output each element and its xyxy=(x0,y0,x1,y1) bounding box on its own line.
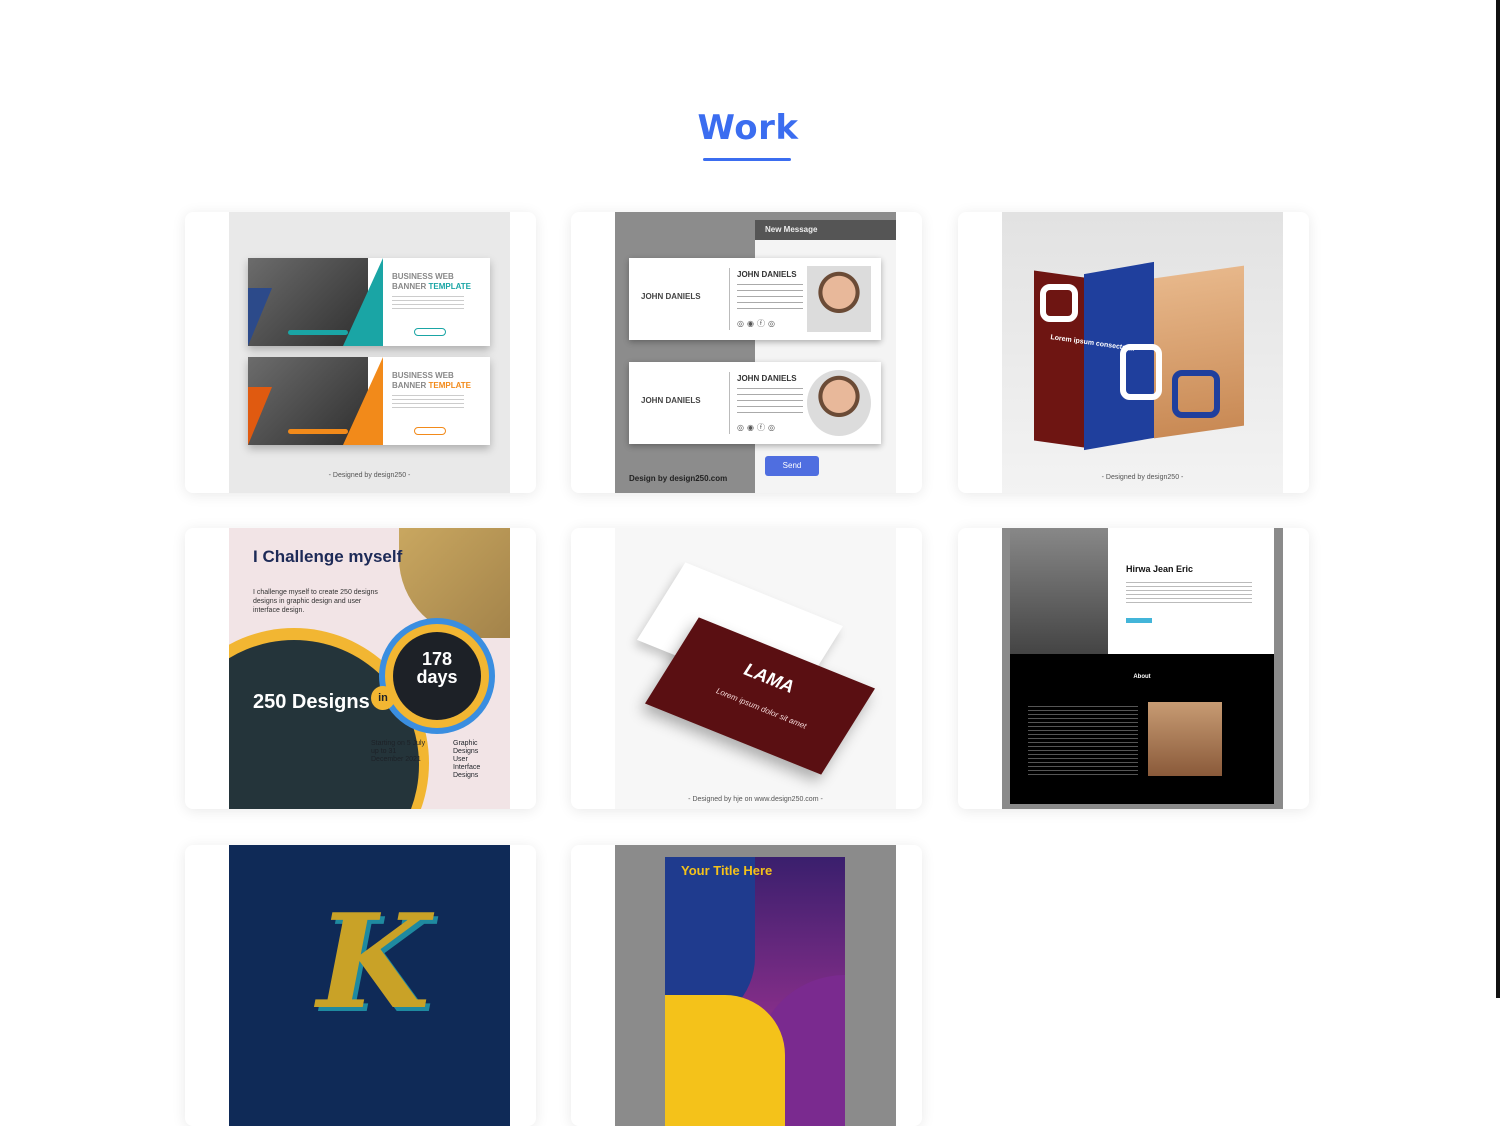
signature-details xyxy=(737,388,803,414)
ring-shape xyxy=(1172,370,1220,418)
banner-title: BUSINESS WEB BANNER TEMPLATE xyxy=(392,272,471,291)
challenge-subtitle: I challenge myself to create 250 designs… xyxy=(253,589,378,614)
portfolio-card-business-card[interactable]: LAMA Lorem ipsum dolor sit amet - Design… xyxy=(571,528,922,809)
flyer-yellow-block xyxy=(665,995,785,1126)
divider xyxy=(729,372,730,434)
banner-text-lines xyxy=(392,296,464,312)
portfolio-thumbnail: Your Title Here xyxy=(615,845,896,1126)
challenge-headline: I Challenge myself xyxy=(253,547,403,566)
banner-pill xyxy=(288,429,348,434)
site-button xyxy=(1126,618,1152,623)
portfolio-card-email-signature[interactable]: New Message JOHN DANIELS JOHN DANIELS ◎◉… xyxy=(571,212,922,493)
signature-card: JOHN DANIELS JOHN DANIELS ◎◉ⓕ◎ xyxy=(629,362,881,444)
signature-name: JOHN DANIELS xyxy=(641,292,701,301)
page-edge xyxy=(1496,0,1500,998)
banner-preview-bottom: BUSINESS WEB BANNER TEMPLATE xyxy=(248,357,490,445)
portfolio-card-challenge[interactable]: I Challenge myself I challenge myself to… xyxy=(185,528,536,809)
banner-pill xyxy=(288,330,348,335)
design-credit: - Designed by hje on www.design250.com - xyxy=(688,796,823,803)
social-icons: ◎◉ⓕ◎ xyxy=(737,423,778,432)
portfolio-thumbnail: BUSINESS WEB BANNER TEMPLATE BUSINESS WEB… xyxy=(229,212,510,493)
signature-details xyxy=(737,284,803,310)
portfolio-card-logo[interactable]: K xyxy=(185,845,536,1126)
portfolio-card-brochure[interactable]: Lorem ipsum consectetur - Designed by de… xyxy=(958,212,1309,493)
design-credit: - Designed by design250 - xyxy=(328,472,411,479)
portfolio-thumbnail: Hirwa Jean Eric About xyxy=(1002,528,1283,809)
design-credit: Design by design250.com xyxy=(629,474,728,483)
about-title: About xyxy=(1133,674,1151,680)
portfolio-thumbnail: LAMA Lorem ipsum dolor sit amet - Design… xyxy=(615,528,896,809)
portfolio-thumbnail: New Message JOHN DANIELS JOHN DANIELS ◎◉… xyxy=(615,212,896,493)
banner-text-lines xyxy=(392,395,464,411)
social-icons: ◎◉ⓕ◎ xyxy=(737,319,778,328)
in-badge: in xyxy=(371,686,395,710)
about-text xyxy=(1028,706,1138,778)
banner-shape xyxy=(248,387,272,445)
banner-shape xyxy=(343,357,383,445)
hero-photo xyxy=(1010,528,1108,654)
banner-shape xyxy=(248,288,272,346)
portfolio-card-portfolio-site[interactable]: Hirwa Jean Eric About xyxy=(958,528,1309,809)
site-name: Hirwa Jean Eric xyxy=(1126,564,1194,574)
divider xyxy=(729,268,730,330)
section-title: Work xyxy=(697,108,799,148)
days-count: 178 days xyxy=(416,649,458,687)
banner-title: BUSINESS WEB BANNER TEMPLATE xyxy=(392,371,471,390)
flyer-title: Your Title Here xyxy=(681,863,773,878)
signature-card: JOHN DANIELS JOHN DANIELS ◎◉ⓕ◎ xyxy=(629,258,881,340)
portfolio-card-flyer[interactable]: Your Title Here xyxy=(571,845,922,1126)
site-bio xyxy=(1126,582,1252,606)
portfolio-thumbnail: I Challenge myself I challenge myself to… xyxy=(229,528,510,809)
portfolio-card-banner[interactable]: BUSINESS WEB BANNER TEMPLATE BUSINESS WEB… xyxy=(185,212,536,493)
signature-name: JOHN DANIELS xyxy=(737,270,797,279)
designs-count: 250 Designs xyxy=(253,691,370,713)
about-photo xyxy=(1148,702,1222,776)
portfolio-thumbnail: K xyxy=(229,845,510,1126)
signature-name: JOHN DANIELS xyxy=(737,374,797,383)
k-logo: K xyxy=(317,885,430,1038)
ring-shape xyxy=(1040,284,1078,322)
signature-name: JOHN DANIELS xyxy=(641,396,701,405)
banner-shape xyxy=(343,258,383,346)
portfolio-thumbnail: Lorem ipsum consectetur - Designed by de… xyxy=(1002,212,1283,493)
avatar xyxy=(807,266,871,332)
send-button: Send xyxy=(765,456,819,476)
design-credit: - Designed by design250 - xyxy=(1101,474,1184,481)
banner-button xyxy=(414,427,446,435)
banner-preview-top: BUSINESS WEB BANNER TEMPLATE xyxy=(248,258,490,346)
categories: Graphic Designs User Interface Designs xyxy=(453,740,481,779)
title-underline xyxy=(703,158,791,161)
banner-button xyxy=(414,328,446,336)
date-range: Starting on 5 July up to 31 December 202… xyxy=(371,740,426,763)
compose-header: New Message xyxy=(755,220,896,240)
ring-shape xyxy=(1120,344,1162,400)
avatar xyxy=(807,370,871,436)
